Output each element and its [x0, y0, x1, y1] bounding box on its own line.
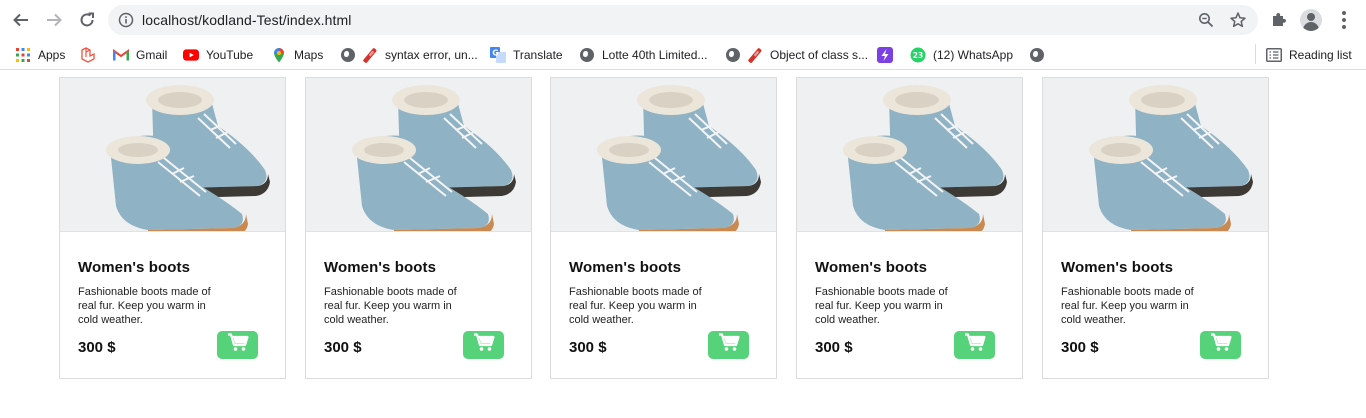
- ruby-icon: [747, 47, 763, 63]
- globe-icon: [725, 47, 741, 63]
- whatsapp-badge: 23: [913, 51, 923, 60]
- product-image: [797, 78, 1022, 232]
- bookmark-whatsapp[interactable]: 23 (12) WhatsApp: [910, 44, 1013, 66]
- lightning-icon: [877, 47, 893, 63]
- product-image: [1043, 78, 1268, 232]
- back-arrow-icon[interactable]: [9, 8, 33, 32]
- bookmarks-divider: [1255, 44, 1256, 64]
- bookmark-object-of-class[interactable]: Object of class s...: [747, 44, 868, 66]
- url-text[interactable]: localhost/kodland-Test/index.html: [142, 12, 352, 28]
- address-bar[interactable]: localhost/kodland-Test/index.html: [108, 5, 1258, 35]
- globe-icon: [340, 47, 356, 63]
- zoom-icon[interactable]: [1198, 12, 1214, 33]
- shopping-cart-icon: [473, 333, 495, 357]
- add-to-cart-button[interactable]: [463, 331, 504, 359]
- product-description: Fashionable boots made of real fur. Keep…: [569, 286, 702, 326]
- apps-grid-icon: [15, 47, 31, 63]
- reading-list-label: Reading list: [1289, 48, 1352, 62]
- add-to-cart-button[interactable]: [1200, 331, 1241, 359]
- shopping-cart-icon: [718, 333, 740, 357]
- product-image: [306, 78, 531, 232]
- bookmark-syntax-error[interactable]: syntax error, un...: [362, 44, 478, 66]
- product-price: 300 $: [324, 339, 362, 356]
- puzzle-icon[interactable]: [1270, 10, 1288, 33]
- kebab-menu-icon[interactable]: [1338, 10, 1350, 30]
- bookmark-lightning[interactable]: [877, 44, 900, 66]
- product-price: 300 $: [78, 339, 116, 356]
- browser-toolbar: localhost/kodland-Test/index.html: [0, 0, 1366, 40]
- bookmark-apps[interactable]: Apps: [15, 44, 65, 66]
- add-to-cart-button[interactable]: [954, 331, 995, 359]
- bookmark-gmail[interactable]: Gmail: [113, 44, 167, 66]
- product-title: Women's boots: [815, 259, 928, 276]
- product-title: Women's boots: [78, 259, 191, 276]
- product-card: Women's boots Fashionable boots made of …: [550, 77, 777, 379]
- shopping-cart-icon: [1210, 333, 1232, 357]
- shopping-cart-icon: [964, 333, 986, 357]
- svg-text:G: G: [492, 49, 499, 58]
- bookmark-label: Translate: [513, 48, 563, 62]
- bookmark-maps[interactable]: Maps: [271, 44, 323, 66]
- gmail-icon: [113, 47, 129, 63]
- bookmark-laravel[interactable]: [80, 44, 103, 66]
- product-title: Women's boots: [324, 259, 437, 276]
- product-card: Women's boots Fashionable boots made of …: [1042, 77, 1269, 379]
- reading-list-button[interactable]: Reading list: [1266, 44, 1352, 66]
- add-to-cart-button[interactable]: [708, 331, 749, 359]
- translate-icon: G: [490, 47, 506, 63]
- bookmark-globe[interactable]: [340, 44, 363, 66]
- product-description: Fashionable boots made of real fur. Keep…: [78, 286, 211, 326]
- product-price: 300 $: [815, 339, 853, 356]
- bookmark-label: (12) WhatsApp: [933, 48, 1014, 62]
- bookmark-label: Apps: [38, 48, 66, 62]
- product-description: Fashionable boots made of real fur. Keep…: [1061, 286, 1194, 326]
- forward-arrow-icon[interactable]: [42, 8, 66, 32]
- info-icon[interactable]: [118, 12, 134, 33]
- product-description: Fashionable boots made of real fur. Keep…: [324, 286, 457, 326]
- product-title: Women's boots: [569, 259, 682, 276]
- bookmark-youtube[interactable]: YouTube: [183, 44, 253, 66]
- bookmark-label: syntax error, un...: [385, 48, 478, 62]
- bookmark-label: YouTube: [206, 48, 254, 62]
- youtube-icon: [183, 47, 199, 63]
- add-to-cart-button[interactable]: [217, 331, 258, 359]
- ruby-icon: [362, 47, 378, 63]
- product-price: 300 $: [569, 339, 607, 356]
- bookmarks-bar: Apps Gmail YouTube Maps syntax error, un…: [0, 40, 1366, 70]
- product-image: [551, 78, 776, 232]
- star-icon[interactable]: [1229, 11, 1247, 34]
- bookmark-label: Lotte 40th Limited...: [602, 48, 708, 62]
- product-price: 300 $: [1061, 339, 1099, 356]
- bookmark-label: Maps: [294, 48, 324, 62]
- profile-icon[interactable]: [1300, 9, 1322, 31]
- bookmark-label: Object of class s...: [770, 48, 869, 62]
- laravel-icon: [80, 47, 96, 63]
- product-card: Women's boots Fashionable boots made of …: [305, 77, 532, 379]
- reading-list-icon: [1266, 47, 1282, 63]
- product-image: [60, 78, 285, 232]
- product-card: Women's boots Fashionable boots made of …: [796, 77, 1023, 379]
- product-card: Women's boots Fashionable boots made of …: [59, 77, 286, 379]
- bookmark-globe[interactable]: [1029, 44, 1052, 66]
- product-title: Women's boots: [1061, 259, 1174, 276]
- whatsapp-icon: 23: [910, 47, 926, 63]
- bookmark-globe[interactable]: [725, 44, 748, 66]
- maps-icon: [271, 47, 287, 63]
- product-description: Fashionable boots made of real fur. Keep…: [815, 286, 948, 326]
- bookmark-lotte[interactable]: Lotte 40th Limited...: [579, 44, 707, 66]
- globe-icon: [1029, 47, 1045, 63]
- reload-icon[interactable]: [75, 8, 99, 32]
- bookmark-translate[interactable]: G Translate: [490, 44, 563, 66]
- globe-icon: [579, 47, 595, 63]
- bookmark-label: Gmail: [136, 48, 168, 62]
- shopping-cart-icon: [227, 333, 249, 357]
- product-grid: Women's boots Fashionable boots made of …: [59, 77, 1279, 379]
